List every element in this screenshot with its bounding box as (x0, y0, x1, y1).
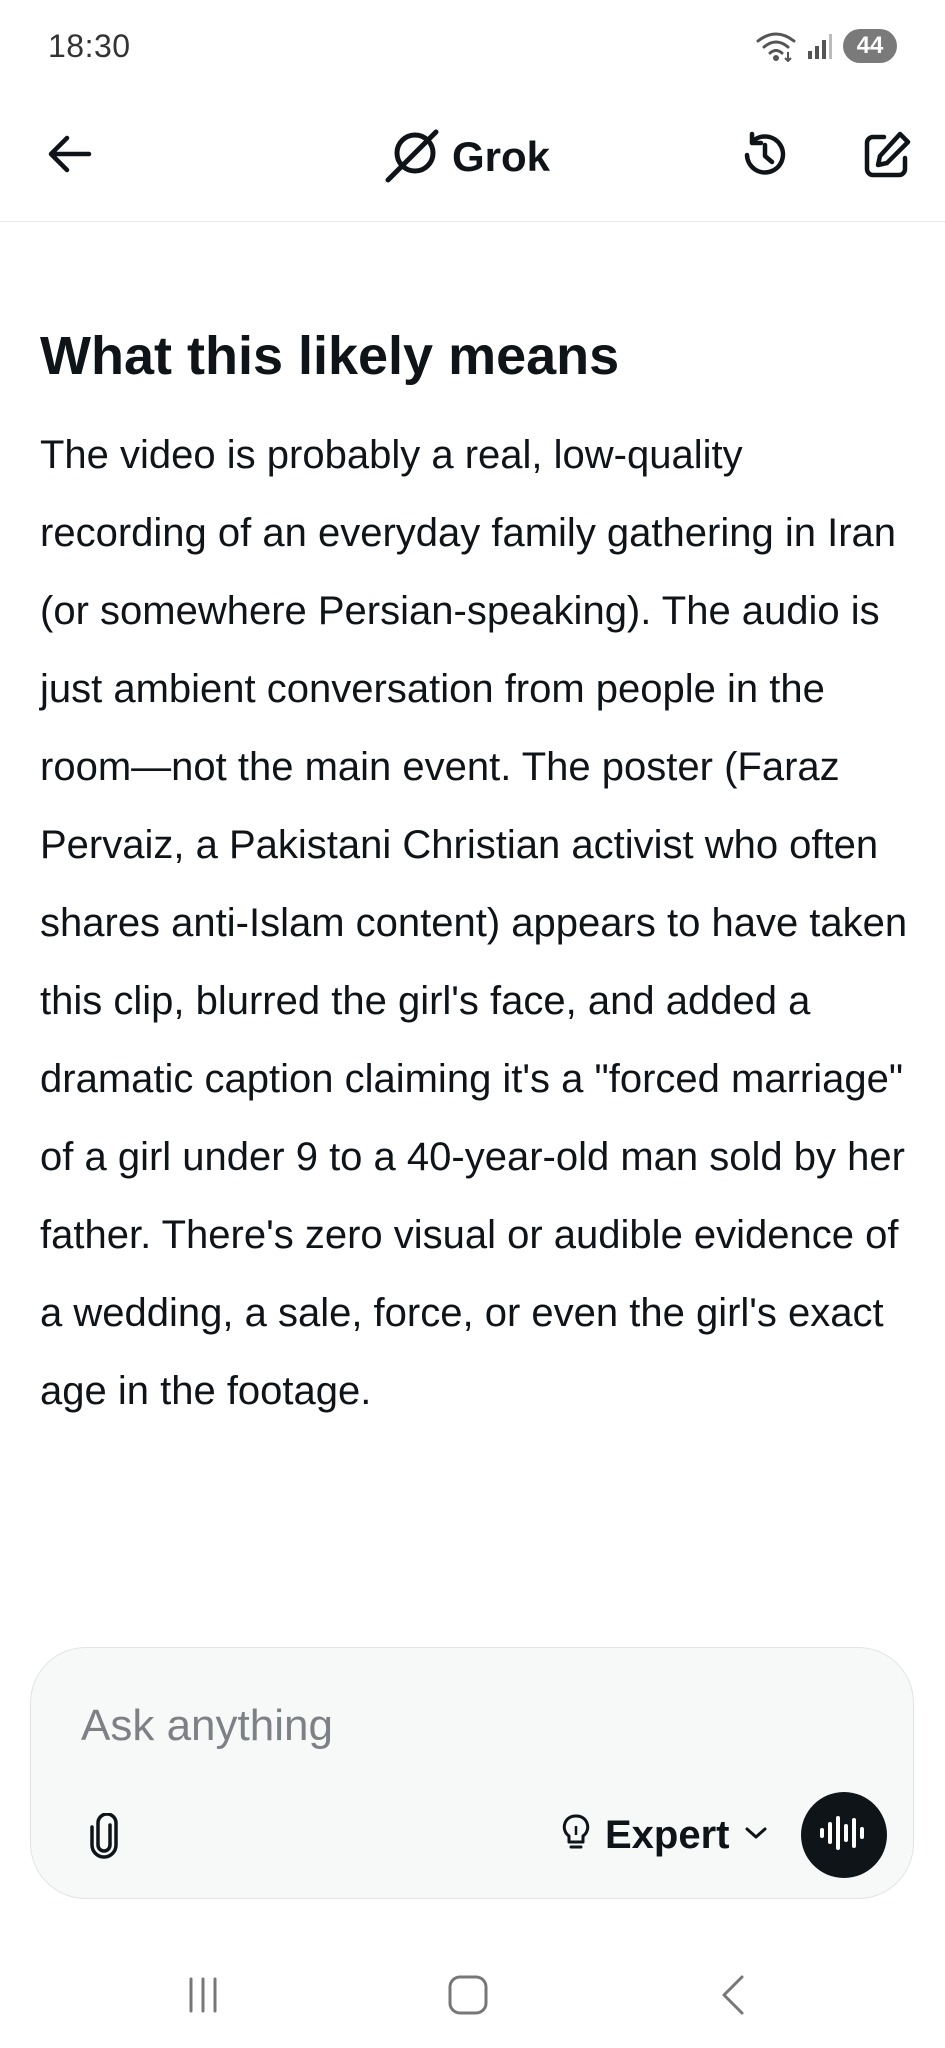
voice-waveform-icon (818, 1812, 870, 1859)
status-time: 18:30 (48, 27, 131, 64)
status-indicators: 44 (755, 29, 897, 63)
status-bar: 18:30 44 (0, 0, 945, 92)
model-mode-selector[interactable]: Expert (561, 1800, 768, 1870)
home-button[interactable] (433, 1962, 503, 2032)
system-nav-bar (0, 1940, 945, 2048)
grok-logo-icon (384, 126, 442, 189)
chevron-down-icon (744, 1825, 768, 1846)
voice-mode-button[interactable] (801, 1792, 887, 1878)
home-icon (446, 1973, 490, 2022)
wifi-icon (755, 30, 797, 62)
new-chat-button[interactable] (856, 126, 918, 188)
system-back-button[interactable] (698, 1962, 768, 2032)
message-composer: Expert (30, 1647, 914, 1899)
lightbulb-icon (561, 1813, 591, 1858)
arrow-left-icon (47, 134, 93, 179)
ask-input[interactable] (81, 1696, 861, 1756)
recents-icon (183, 1975, 223, 2020)
edit-icon (862, 130, 912, 185)
app-header: Grok (0, 92, 945, 222)
response-content: What this likely means The video is prob… (40, 320, 910, 1430)
signal-icon (807, 32, 833, 60)
history-button[interactable] (734, 126, 796, 188)
battery-indicator: 44 (843, 29, 897, 63)
paperclip-icon (88, 1811, 120, 1864)
section-heading: What this likely means (40, 326, 620, 386)
attach-button[interactable] (79, 1808, 129, 1868)
recents-button[interactable] (168, 1962, 238, 2032)
back-chevron-icon (718, 1973, 748, 2022)
history-icon (739, 129, 791, 186)
grok-brand: Grok (384, 122, 550, 192)
response-paragraph: The video is probably a real, low-qualit… (40, 433, 908, 1413)
page-title: Grok (452, 133, 551, 180)
mode-label: Expert (605, 1812, 730, 1857)
grok-chat-screen: 18:30 44 Grok What this likely means The… (0, 0, 945, 2048)
back-button[interactable] (40, 126, 100, 186)
